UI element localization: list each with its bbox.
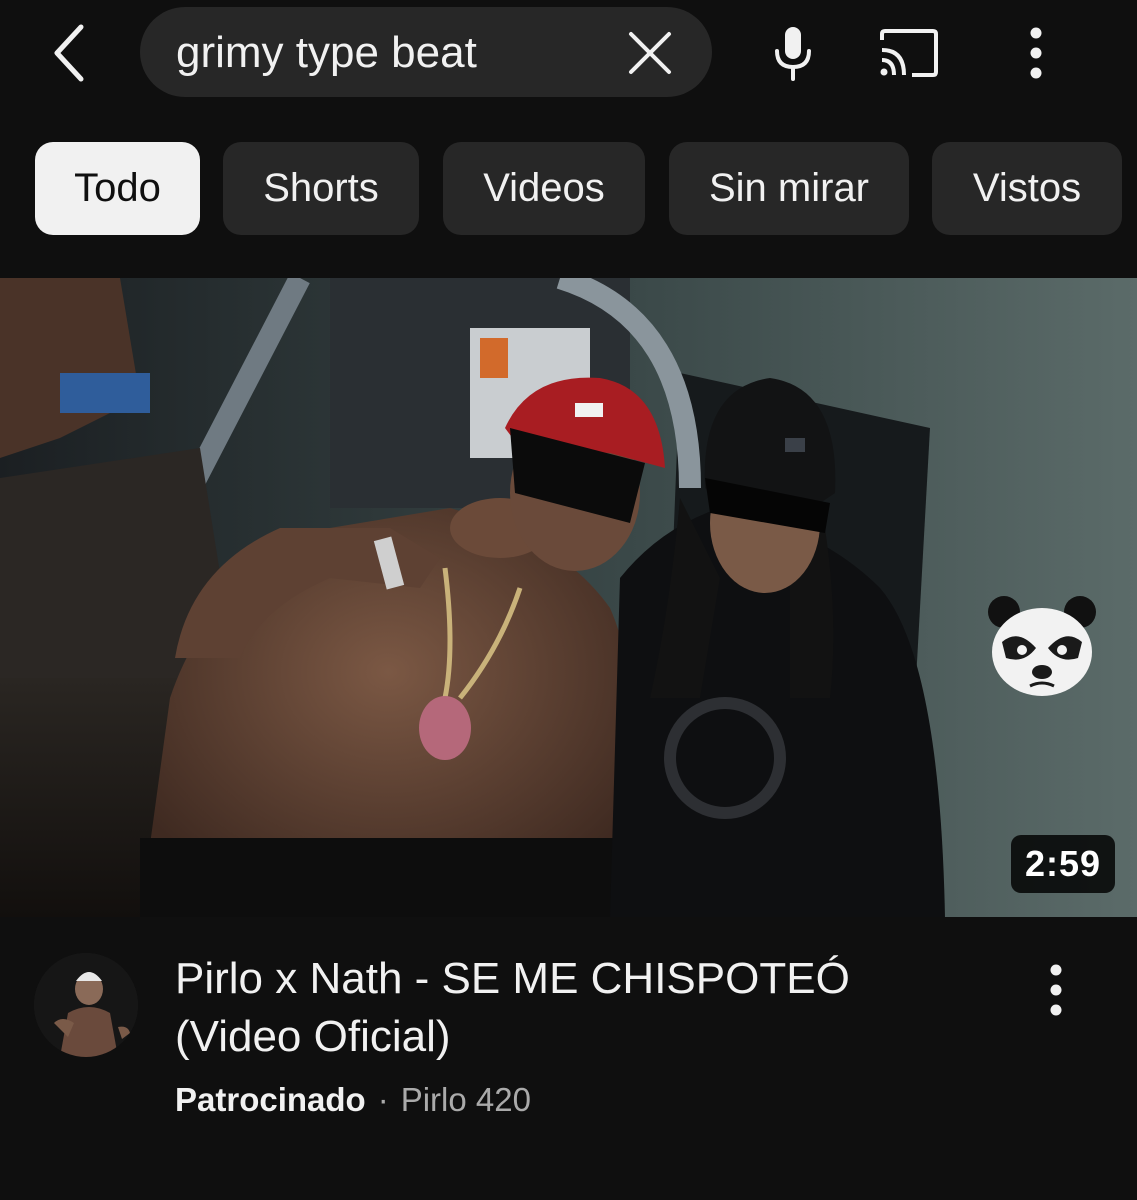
chip-todo[interactable]: Todo [35, 142, 200, 235]
clear-search-button[interactable] [622, 25, 678, 81]
meta-separator: · [377, 1081, 389, 1118]
close-icon [629, 32, 671, 74]
video-more-options-button[interactable] [1030, 955, 1082, 1025]
avatar-image [34, 953, 138, 1057]
cast-icon [880, 29, 938, 77]
video-duration-badge: 2:59 [1010, 835, 1115, 893]
filter-chip-bar: Todo Shorts Videos Sin mirar Vistos [0, 142, 1137, 236]
panda-icon [988, 596, 1096, 696]
search-input[interactable]: grimy type beat [140, 7, 712, 97]
chip-vistos[interactable]: Vistos [932, 142, 1122, 235]
chip-shorts[interactable]: Shorts [223, 142, 419, 235]
more-vertical-icon [1050, 964, 1062, 1016]
search-header: grimy type beat [0, 0, 1137, 110]
channel-watermark-logo [984, 592, 1100, 702]
more-vertical-icon [1030, 27, 1042, 79]
thumbnail-image [0, 278, 1137, 917]
voice-search-button[interactable] [760, 18, 826, 88]
back-button[interactable] [36, 18, 102, 88]
chip-videos[interactable]: Videos [443, 142, 645, 235]
microphone-icon [775, 27, 811, 81]
sponsored-label: Patrocinado [175, 1081, 366, 1118]
video-title[interactable]: Pirlo x Nath - SE ME CHISPOTEÓ (Video Of… [175, 950, 975, 1066]
cast-button[interactable] [872, 18, 946, 88]
channel-name[interactable]: Pirlo 420 [401, 1081, 531, 1118]
video-thumbnail[interactable]: 2:59 [0, 278, 1137, 917]
video-meta: Patrocinado · Pirlo 420 [175, 1078, 531, 1122]
chip-sin-mirar[interactable]: Sin mirar [669, 142, 909, 235]
search-query[interactable]: grimy type beat [176, 27, 477, 79]
channel-avatar[interactable] [34, 953, 138, 1057]
more-options-button[interactable] [1006, 18, 1066, 88]
chevron-left-icon [54, 24, 84, 82]
